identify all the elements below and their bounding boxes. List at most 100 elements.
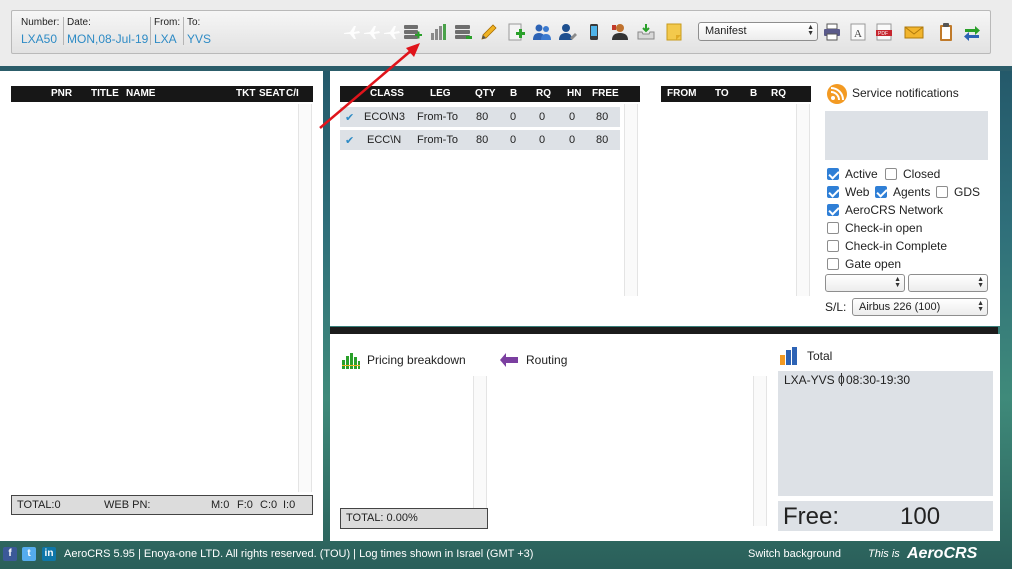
web-checkbox[interactable]: Web [827, 184, 869, 200]
route-table-scrollbar[interactable] [796, 104, 810, 296]
pencil-icon[interactable] [479, 22, 499, 42]
footer: f t in AeroCRS 5.95 | Enoya-one LTD. All… [0, 541, 1012, 569]
facebook-icon[interactable]: f [3, 547, 17, 561]
linkedin-icon[interactable]: in [42, 547, 56, 561]
pricing-chart-icon [342, 353, 360, 369]
flight-date-field: Date: MON,08-Jul-19 [67, 17, 148, 47]
class-availability-panel: CLASS LEG QTY B RQ HN FREE ✔ ECO\N3 From… [330, 71, 1000, 326]
column-tkt[interactable]: TKT [236, 88, 255, 99]
flight-from-field: From: LXA [154, 17, 180, 47]
checkin-open-checkbox[interactable]: Check-in open [827, 220, 922, 236]
copyright-text: AeroCRS 5.95 | Enoya-one LTD. All rights… [64, 548, 534, 560]
pricing-breakdown-label: Pricing breakdown [367, 353, 466, 367]
printer-icon[interactable] [822, 22, 842, 42]
font-icon[interactable]: A [848, 22, 868, 42]
select-arrows-icon: ▲ ▼ [977, 300, 984, 313]
switch-background-link[interactable]: Switch background [748, 548, 841, 560]
active-label: Active [845, 167, 878, 181]
flight-date-value[interactable]: MON,08-Jul-19 [67, 31, 148, 47]
page-add-icon[interactable] [506, 22, 526, 42]
routing-icon [500, 353, 518, 367]
passenger-list-scrollbar[interactable] [298, 104, 312, 492]
checkin-open-label: Check-in open [845, 221, 923, 235]
users-icon[interactable] [532, 22, 552, 42]
gate-open-checkbox[interactable]: Gate open [827, 256, 901, 272]
class-free: 80 [596, 134, 609, 146]
pricing-scrollbar[interactable] [473, 376, 487, 526]
column-route-rq: RQ [771, 88, 786, 99]
note-icon[interactable] [664, 22, 684, 42]
seat-layout-select[interactable]: Airbus 226 (100) ▲ ▼ [852, 298, 988, 316]
total-details-box: LXA-YVS 0 08:30-19:30 [778, 371, 993, 496]
this-is-text: This is [868, 548, 900, 560]
class-hn: 0 [569, 111, 576, 123]
routing-label: Routing [526, 353, 568, 367]
agent-icon[interactable] [610, 22, 630, 42]
column-free: FREE [592, 88, 619, 99]
flight-toolbar: Number: LXA50 Date: MON,08-Jul-19 From: … [11, 10, 991, 54]
bar-chart-icon[interactable] [429, 22, 449, 42]
filter-select-2[interactable]: ▲ ▼ [908, 274, 988, 292]
database-icon[interactable] [453, 22, 473, 42]
column-seat[interactable]: SEAT [259, 88, 285, 99]
flight-number-field: Number: LXA50 [21, 17, 59, 47]
twitter-icon[interactable]: t [22, 547, 36, 561]
select-arrows-icon: ▲ ▼ [977, 276, 984, 289]
summary-panel: Pricing breakdown Routing Total TOTAL: 0… [330, 334, 1000, 541]
clipboard-icon[interactable] [936, 22, 956, 42]
checkin-complete-label: Check-in Complete [845, 239, 948, 253]
select-arrows-icon: ▲ ▼ [894, 276, 901, 289]
column-pnr[interactable]: PNR [51, 88, 72, 99]
column-from: FROM [667, 88, 697, 99]
select-arrows-icon: ▲ ▼ [807, 24, 814, 37]
free-label: Free: [783, 503, 840, 530]
agents-label: Agents [893, 185, 931, 199]
pricing-total-box: TOTAL: 0.00% [340, 508, 488, 529]
routing-title: Routing [498, 350, 567, 370]
gate-open-label: Gate open [845, 257, 902, 271]
class-b: 0 [510, 134, 517, 146]
closed-label: Closed [903, 167, 941, 181]
aerocrs-network-checkbox[interactable]: AeroCRS Network [827, 202, 943, 218]
free-seats-box: Free: 100 [778, 501, 993, 531]
checkin-complete-checkbox[interactable]: Check-in Complete [827, 238, 947, 254]
flight-number-value[interactable]: LXA50 [21, 31, 59, 47]
web-pn-total: WEB PN: [104, 499, 151, 511]
column-name[interactable]: NAME [126, 88, 155, 99]
svg-text:A: A [854, 28, 862, 40]
flight-from-value[interactable]: LXA [154, 31, 180, 47]
mobile-icon[interactable] [584, 22, 604, 42]
class-table-scrollbar[interactable] [624, 104, 638, 296]
column-title[interactable]: TITLE [91, 88, 119, 99]
refresh-icon[interactable] [962, 22, 982, 42]
passenger-totals: TOTAL:0 WEB PN: M:0 F:0 C:0 I:0 [11, 495, 313, 515]
inbox-icon[interactable] [636, 22, 656, 42]
report-type-value: Manifest [705, 25, 747, 37]
filter-select-1[interactable]: ▲ ▼ [825, 274, 905, 292]
flight-to-value[interactable]: YVS [187, 31, 211, 47]
column-qty: QTY [475, 88, 496, 99]
column-to: TO [715, 88, 729, 99]
flight-date-label: Date: [67, 17, 91, 28]
total-label: Total [807, 349, 833, 363]
route-table-header: FROM TO B RQ [661, 86, 811, 102]
mail-icon[interactable] [904, 22, 924, 42]
user-edit-icon[interactable] [558, 22, 578, 42]
gds-label: GDS [954, 185, 981, 199]
seat-layout-label: S/L: [825, 300, 847, 314]
free-value: 100 [900, 503, 941, 530]
active-checkbox[interactable]: Active [827, 166, 878, 182]
column-checkin[interactable]: C/I [286, 88, 299, 99]
class-hn: 0 [569, 134, 576, 146]
closed-checkbox[interactable]: Closed [885, 166, 940, 182]
report-type-select[interactable]: Manifest ▲ ▼ [698, 22, 818, 41]
agents-checkbox[interactable]: Agents [875, 184, 930, 200]
pdf-icon[interactable]: PDF [874, 22, 894, 42]
flight-to-label: To: [187, 17, 201, 28]
class-qty: 80 [476, 134, 489, 146]
seat-layout-value: Airbus 226 (100) [859, 301, 941, 313]
pricing-total: TOTAL: 0.00% [346, 512, 418, 524]
gds-checkbox[interactable]: GDS [936, 184, 980, 200]
class-rq: 0 [539, 134, 546, 146]
routing-scrollbar[interactable] [753, 376, 767, 526]
